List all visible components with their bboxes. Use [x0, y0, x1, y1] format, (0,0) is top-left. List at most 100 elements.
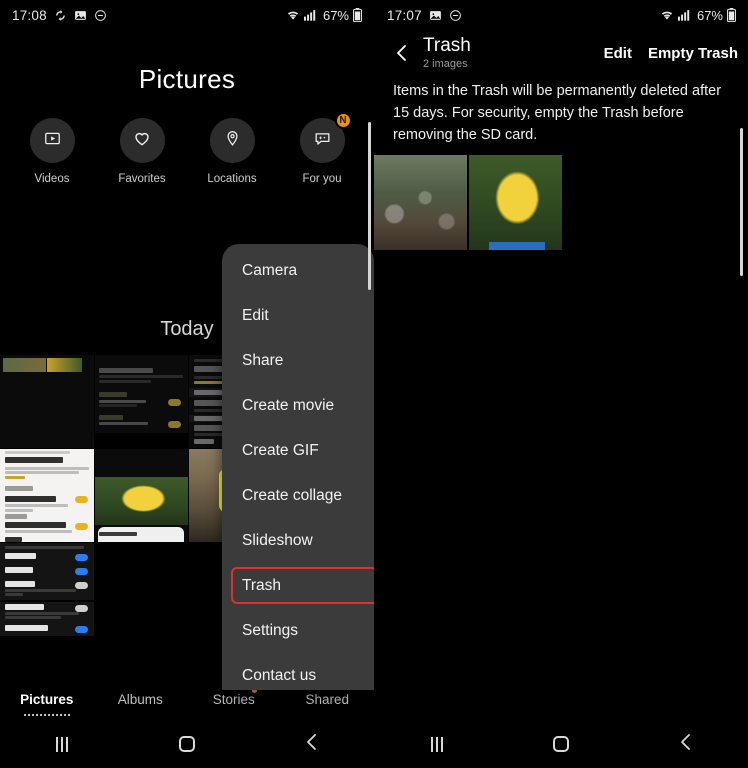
android-nav-bar-left [0, 720, 374, 768]
thumbnail-content [374, 155, 467, 250]
thumbnail-content [94, 449, 188, 542]
menu-item-label: Contact us [242, 666, 317, 684]
thumbnail-content [469, 155, 562, 250]
blue-surface [489, 242, 546, 250]
recents-button[interactable] [32, 736, 92, 752]
edit-button[interactable]: Edit [604, 45, 632, 62]
shortcut-label: Locations [207, 173, 257, 185]
menu-item-settings[interactable]: Settings [222, 608, 374, 653]
dual-phone-screenshot: 17:08 67% Pictures Videos Favorites Loca… [0, 0, 748, 768]
trash-thumbnail-trees[interactable] [374, 155, 467, 250]
shortcut-circle [119, 118, 165, 163]
battery-percent: 67% [322, 7, 349, 23]
photo-thumbnail[interactable] [0, 543, 94, 636]
menu-item-label: Create collage [242, 486, 342, 504]
trash-header: Trash 2 images Edit Empty Trash [375, 30, 748, 76]
heart-icon [132, 128, 152, 153]
photo-thumbnail[interactable] [94, 449, 188, 542]
tab-albums[interactable]: Albums [94, 692, 188, 707]
menu-item-label: Camera [242, 261, 298, 279]
home-button[interactable] [531, 736, 591, 752]
trash-description: Items in the Trash will be permanently d… [393, 83, 722, 143]
status-badge: N [334, 112, 352, 129]
photo-thumbnail[interactable] [94, 543, 188, 636]
shortcut-locations[interactable]: Locations [198, 118, 266, 185]
menu-item-label: Create movie [242, 396, 335, 414]
thumbnail-content [94, 355, 188, 448]
thumbnail-content [0, 543, 94, 636]
back-icon [304, 733, 319, 756]
menu-item-create-gif[interactable]: Create GIF [222, 428, 374, 473]
left-phone-panel: 17:08 67% Pictures Videos Favorites Loca… [0, 0, 374, 768]
right-phone-panel: 17:07 67% Trash 2 images Edit Empty Tras… [374, 0, 748, 768]
scrollbar-right-panel[interactable] [740, 128, 743, 276]
menu-item-label: Slideshow [242, 531, 313, 549]
trash-thumbnail-row [374, 155, 562, 250]
shortcut-label: Videos [34, 173, 70, 185]
video-play-icon [43, 129, 62, 153]
back-chevron-icon[interactable] [389, 40, 415, 66]
do-not-disturb-icon [94, 9, 107, 22]
shortcut-videos[interactable]: Videos [18, 118, 86, 185]
thumbnail-content [94, 543, 188, 636]
header-actions: Edit Empty Trash [604, 45, 738, 62]
home-icon [553, 736, 570, 752]
photo-thumbnail[interactable] [0, 355, 94, 448]
battery-percent: 67% [696, 7, 723, 23]
back-button[interactable] [656, 733, 716, 756]
page-subtitle: 2 images [423, 58, 468, 70]
do-not-disturb-icon [449, 9, 462, 22]
back-button[interactable] [282, 733, 342, 756]
tab-label: Pictures [20, 691, 74, 707]
home-icon [178, 736, 195, 752]
shortcut-for-you[interactable]: N For you [288, 112, 356, 185]
photo-thumbnail[interactable] [94, 355, 188, 448]
wifi-icon [286, 9, 300, 21]
battery-icon [353, 8, 362, 22]
status-time: 17:07 [387, 7, 422, 23]
shortcut-row: Videos Favorites Locations N For you [0, 112, 374, 185]
status-bar-left-group: 17:07 [387, 8, 462, 23]
cellular-signal-icon [303, 9, 317, 21]
wifi-icon [660, 9, 674, 21]
shortcut-circle: N [299, 112, 352, 163]
menu-item-create-collage[interactable]: Create collage [222, 473, 374, 518]
scrollbar-left-panel[interactable] [368, 122, 371, 290]
status-time: 17:08 [12, 7, 47, 23]
menu-item-create-movie[interactable]: Create movie [222, 383, 374, 428]
trash-title-group: Trash 2 images [423, 35, 471, 71]
tab-active-underline [22, 713, 71, 716]
shortcut-circle [209, 118, 255, 163]
trash-thumbnail-duck[interactable] [469, 155, 562, 250]
status-bar-left: 17:08 67% [0, 0, 374, 30]
menu-item-contact-us[interactable]: Contact us [222, 653, 374, 698]
image-icon [429, 9, 442, 22]
sparkle-chat-icon [313, 129, 332, 153]
menu-item-share[interactable]: Share [222, 338, 374, 383]
shortcut-circle [29, 118, 75, 163]
status-bar-right: 17:07 67% [375, 0, 748, 30]
menu-item-slideshow[interactable]: Slideshow [222, 518, 374, 563]
page-title: Trash [423, 35, 471, 56]
recents-icon [56, 736, 69, 752]
tab-pictures[interactable]: Pictures [0, 691, 94, 716]
menu-item-label: Trash [242, 576, 282, 594]
status-bar-right-group: 67% [660, 8, 736, 23]
home-button[interactable] [157, 736, 217, 752]
photo-thumbnail[interactable] [0, 449, 94, 542]
empty-trash-button[interactable]: Empty Trash [648, 45, 738, 62]
tab-label: Albums [117, 691, 163, 707]
shortcut-label: Favorites [118, 173, 166, 185]
sync-icon [54, 9, 67, 22]
menu-item-label: Settings [242, 621, 299, 639]
thumbnail-content [0, 449, 94, 542]
menu-item-edit[interactable]: Edit [222, 293, 374, 338]
cellular-signal-icon [677, 9, 691, 21]
menu-item-camera[interactable]: Camera [222, 248, 374, 293]
menu-item-trash[interactable]: Trash [222, 563, 374, 608]
recents-button[interactable] [407, 736, 467, 752]
recents-icon [431, 736, 444, 752]
map-pin-icon [223, 129, 242, 153]
thumbnail-content [0, 355, 94, 448]
shortcut-favorites[interactable]: Favorites [108, 118, 176, 185]
